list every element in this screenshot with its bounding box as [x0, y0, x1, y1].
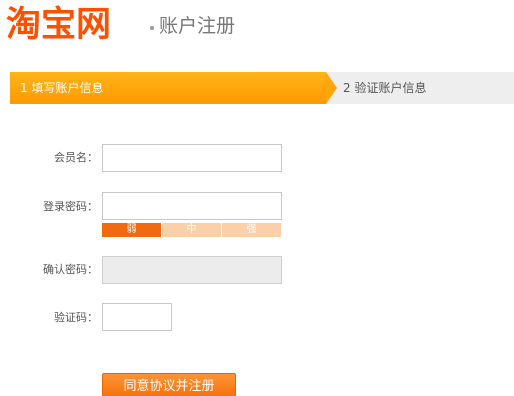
- captcha-label: 验证码：: [54, 311, 98, 324]
- strength-strong: 强: [221, 223, 281, 237]
- taobao-logo[interactable]: 淘宝网: [6, 3, 111, 47]
- registration-page: 淘宝网 账户注册 1 填写账户信息 2 验证账户信息 会员名： 登录密码： 弱 …: [0, 0, 514, 396]
- username-input[interactable]: [102, 144, 282, 172]
- title-separator-dot: [150, 26, 154, 30]
- password-strength-meter: 弱 中 强: [102, 223, 281, 237]
- registration-steps: 1 填写账户信息 2 验证账户信息: [10, 72, 514, 104]
- step-arrow: [326, 72, 337, 104]
- step-2-label: 2 验证账户信息: [343, 81, 427, 95]
- confirm-password-input[interactable]: [102, 256, 282, 284]
- confirm-password-label: 确认密码：: [43, 263, 98, 276]
- password-label: 登录密码：: [43, 200, 98, 213]
- strength-weak: 弱: [102, 223, 161, 237]
- page-title: 账户注册: [159, 15, 236, 37]
- step-1-label: 1 填写账户信息: [20, 81, 104, 95]
- strength-medium: 中: [161, 223, 221, 237]
- password-input[interactable]: [102, 192, 282, 220]
- agree-and-register-button[interactable]: 同意协议并注册: [102, 373, 236, 396]
- username-label: 会员名：: [54, 151, 98, 164]
- captcha-input[interactable]: [102, 303, 172, 331]
